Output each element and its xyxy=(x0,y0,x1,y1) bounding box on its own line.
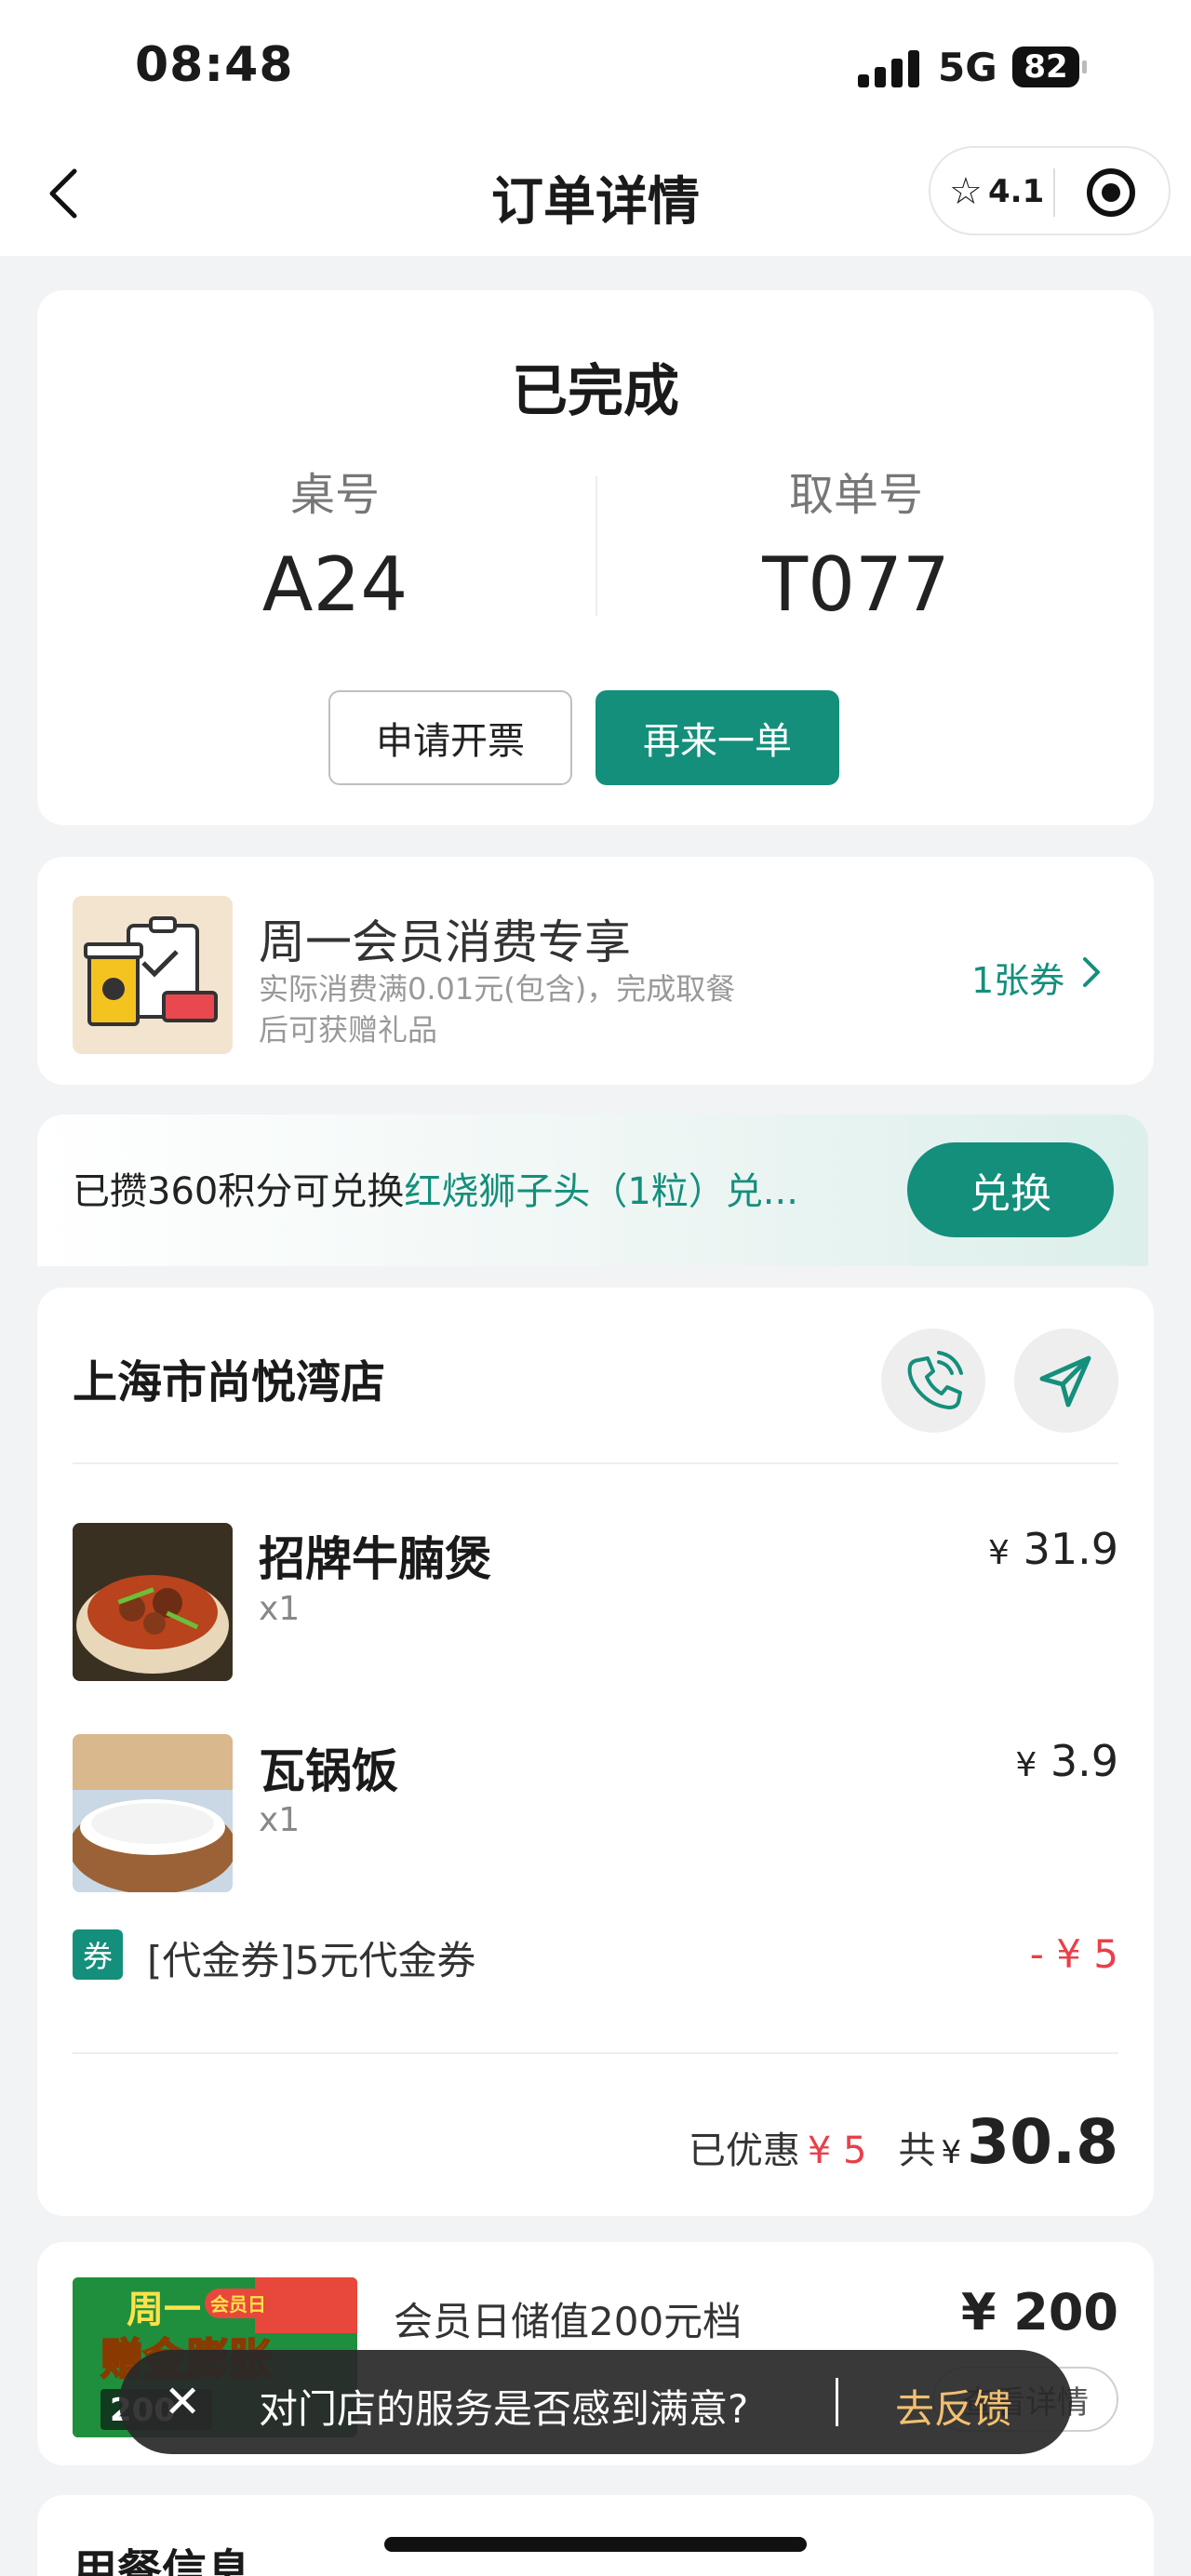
store-name: 上海市尚悦湾店 xyxy=(73,1356,386,1408)
order-total-value: 30.8 xyxy=(967,2106,1118,2178)
recharge-price: ¥ 200 xyxy=(960,2283,1118,2342)
coupon-amount: - ¥ 5 xyxy=(1029,1931,1118,1977)
feedback-message: 对门店的服务是否感到满意? xyxy=(259,2386,749,2432)
star-icon[interactable]: ☆ xyxy=(949,170,983,213)
pickup-number-label: 取单号 xyxy=(788,469,923,521)
dining-info-card: 用餐信息 xyxy=(37,2495,1154,2576)
order-status-title: 已完成 xyxy=(512,359,679,424)
banner-line1: 周一 xyxy=(127,2289,201,2331)
feedback-button[interactable]: 去反馈 xyxy=(895,2378,1012,2435)
top-bar: 08:48 5G 82 订单详情 ☆ 4.1 xyxy=(0,0,1191,256)
item-price: ¥ 3.9 xyxy=(1015,1736,1118,1786)
divider xyxy=(73,1462,1118,1464)
table-number-value: A24 xyxy=(261,541,408,628)
divider xyxy=(73,2052,1118,2054)
coupon-count[interactable]: 1张券 xyxy=(971,952,1064,1003)
item-image[interactable] xyxy=(73,1523,233,1681)
dining-info-title: 用餐信息 xyxy=(73,2545,252,2576)
navigation-icon xyxy=(1039,1355,1091,1408)
close-icon[interactable]: ✕ xyxy=(164,2378,201,2426)
coupon-tag: 券 xyxy=(73,1929,123,1980)
invoice-button[interactable]: 申请开票 xyxy=(328,690,572,785)
phone-icon xyxy=(907,1351,963,1409)
member-promo-card[interactable]: 周一会员消费专享 实际消费满0.01元(包含)，完成取餐后可获赠礼品 1张券 xyxy=(37,857,1154,1085)
points-text: 已攒360积分可兑换红烧狮子头（1粒）兑... xyxy=(73,1161,798,1215)
mini-program-capsule: ☆ 4.1 xyxy=(929,146,1171,235)
points-exchange-card: 已攒360积分可兑换红烧狮子头（1粒）兑... 兑换 xyxy=(37,1114,1148,1266)
points-reward[interactable]: 红烧狮子头（1粒）兑... xyxy=(404,1170,798,1213)
currency-symbol: ¥ xyxy=(988,1534,1010,1572)
item-quantity: x1 xyxy=(259,1801,301,1839)
table-number-label: 桌号 xyxy=(289,469,380,521)
coupon-name: [代金券]5元代金券 xyxy=(147,1938,476,1983)
feedback-toast: ✕ 对门店的服务是否感到满意? 去反馈 xyxy=(119,2350,1072,2454)
currency-symbol: ¥ xyxy=(1015,1746,1037,1784)
pickup-number-block: 取单号 T077 xyxy=(596,458,1117,628)
pickup-number-value: T077 xyxy=(762,541,950,628)
order-total-row: 已优惠 ¥ 5 共 ¥ 30.8 xyxy=(689,2106,1118,2178)
home-indicator[interactable] xyxy=(384,2537,807,2552)
phone-button[interactable] xyxy=(881,1328,985,1433)
promo-title: 周一会员消费专享 xyxy=(259,915,631,969)
rating-value[interactable]: 4.1 xyxy=(988,173,1044,210)
recharge-title: 会员日储值200元档 xyxy=(394,2299,743,2344)
discount-value: ¥ 5 xyxy=(807,2129,867,2172)
chevron-right-icon[interactable] xyxy=(1081,955,1104,989)
item-price: ¥ 31.9 xyxy=(988,1524,1118,1574)
currency-symbol: ¥ xyxy=(941,2134,962,2171)
toast-divider xyxy=(836,2378,838,2426)
navigate-button[interactable] xyxy=(1014,1328,1118,1433)
signal-icon xyxy=(858,48,919,87)
item-quantity: x1 xyxy=(259,1590,301,1628)
discount-label: 已优惠 xyxy=(688,2129,800,2172)
status-time: 08:48 xyxy=(135,37,294,93)
target-icon[interactable] xyxy=(1087,168,1135,217)
table-number-block: 桌号 A24 xyxy=(74,458,596,628)
exchange-button[interactable]: 兑换 xyxy=(907,1142,1114,1237)
promo-description: 实际消费满0.01元(包含)，完成取餐后可获赠礼品 xyxy=(259,971,736,1048)
total-label: 共 xyxy=(898,2129,936,2172)
item-name: 瓦锅饭 xyxy=(259,1744,398,1798)
capsule-divider xyxy=(1053,168,1055,217)
item-price-value: 3.9 xyxy=(1050,1736,1118,1786)
reorder-button[interactable]: 再来一单 xyxy=(596,690,839,785)
points-prefix: 已攒360积分可兑换 xyxy=(73,1170,405,1213)
promo-gift-image xyxy=(73,896,233,1054)
network-label: 5G xyxy=(938,45,997,90)
item-image[interactable] xyxy=(73,1734,233,1892)
order-items-card: 上海市尚悦湾店 招牌牛腩煲 x1 ¥ 31.9 瓦锅饭 x1 ¥ 3.9 券 [… xyxy=(37,1288,1154,2216)
order-status-card: 已完成 桌号 A24 取单号 T077 申请开票 再来一单 xyxy=(37,290,1154,825)
battery-icon: 82 xyxy=(1012,47,1087,87)
banner-badge: 会员日 xyxy=(210,2293,266,2316)
item-price-value: 31.9 xyxy=(1023,1524,1118,1574)
item-name: 招牌牛腩煲 xyxy=(259,1532,491,1586)
